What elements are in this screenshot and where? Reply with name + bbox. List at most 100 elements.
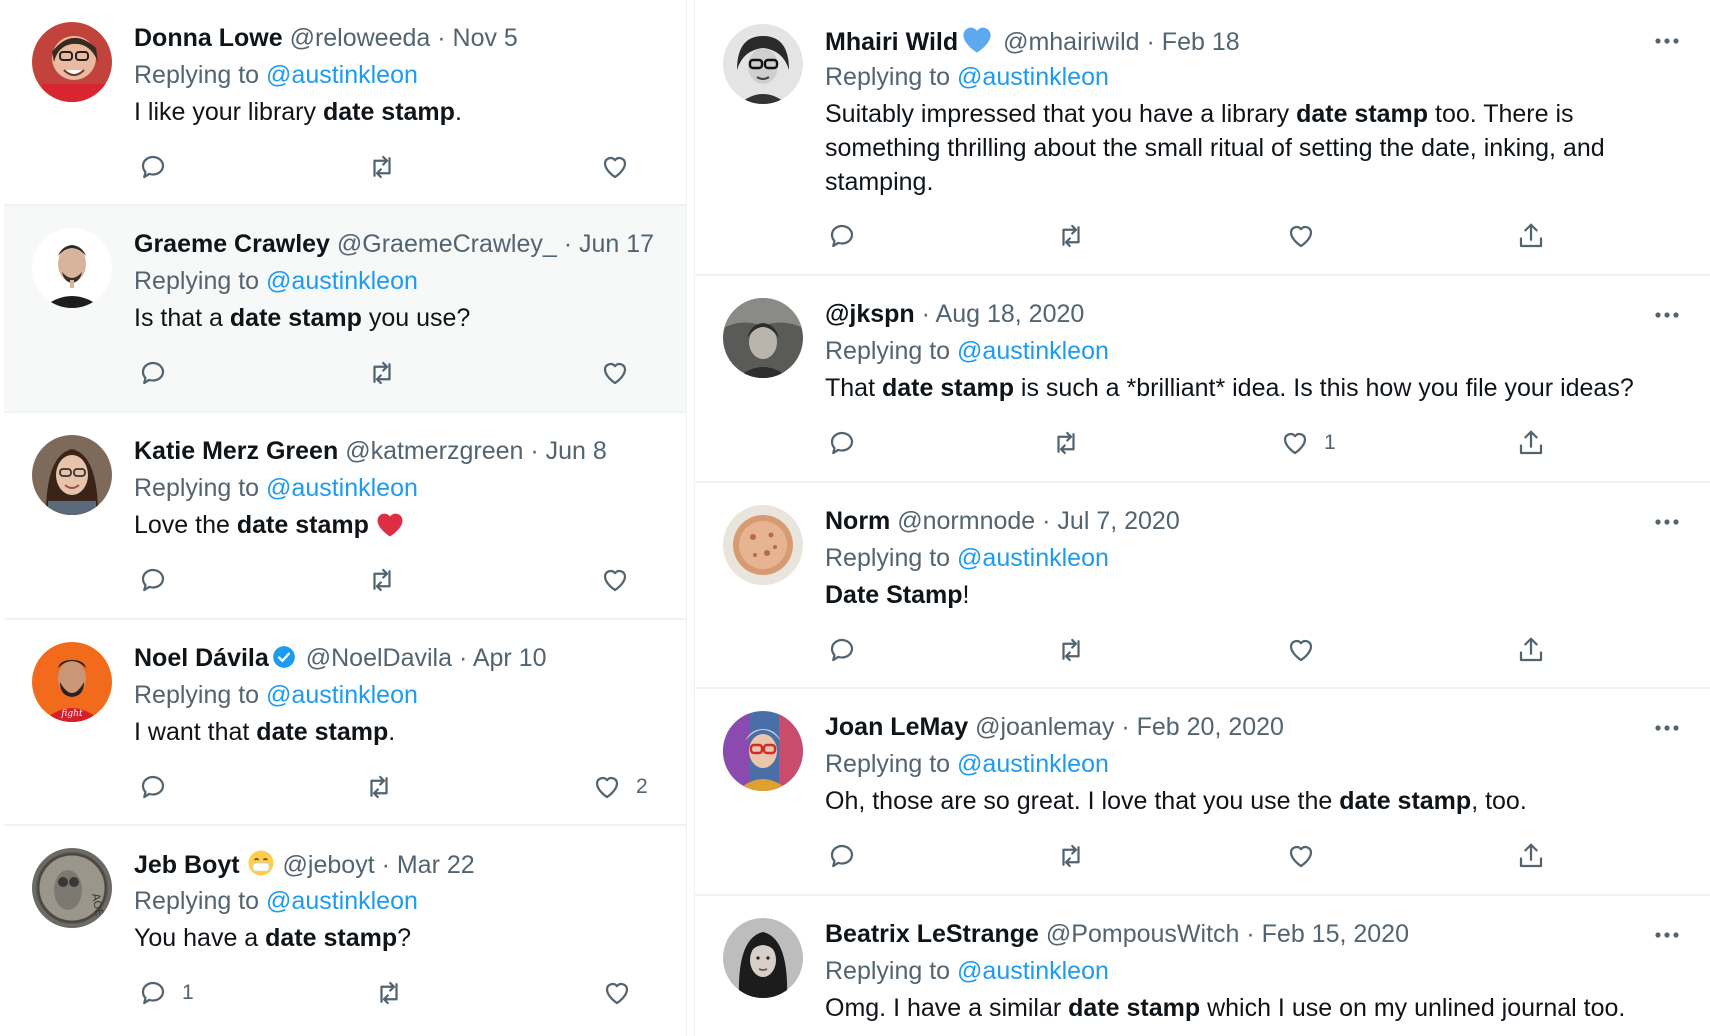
avatar[interactable]: AOE xyxy=(32,848,112,928)
retweet-button[interactable] xyxy=(364,772,394,802)
tweet-mhairi-wild[interactable]: Mhairi Wild @mhairiwild · Feb 18 Replyin… xyxy=(695,0,1710,276)
avatar[interactable] xyxy=(723,298,803,378)
more-options-button[interactable] xyxy=(1652,718,1682,738)
mention-link[interactable]: @austinkleon xyxy=(957,337,1109,365)
reply-button[interactable]: 1 xyxy=(138,978,194,1008)
like-button[interactable]: 2 xyxy=(592,772,648,802)
avatar[interactable] xyxy=(723,505,803,585)
display-name[interactable]: Donna Lowe xyxy=(134,24,283,52)
mention-link[interactable]: @austinkleon xyxy=(266,61,418,89)
mention-link[interactable]: @austinkleon xyxy=(957,750,1109,778)
timestamp[interactable]: Apr 10 xyxy=(473,644,547,672)
more-options-button[interactable] xyxy=(1652,512,1682,532)
display-name[interactable]: Joan LeMay xyxy=(825,713,968,741)
share-button[interactable] xyxy=(1516,428,1546,458)
like-button[interactable] xyxy=(600,358,644,388)
more-options-button[interactable] xyxy=(1652,925,1682,945)
more-options-button[interactable] xyxy=(1652,31,1682,51)
replying-to-label: Replying to xyxy=(825,337,951,365)
timestamp[interactable]: Jul 7, 2020 xyxy=(1057,507,1179,535)
reply-button[interactable] xyxy=(138,152,182,182)
handle[interactable]: @reloweeda xyxy=(290,24,431,52)
mention-link[interactable]: @austinkleon xyxy=(266,887,418,915)
avatar[interactable] xyxy=(723,711,803,791)
avatar[interactable] xyxy=(32,22,112,102)
retweet-button[interactable] xyxy=(374,978,404,1008)
handle[interactable]: @PompousWitch xyxy=(1046,920,1240,948)
reply-button[interactable] xyxy=(138,772,182,802)
like-icon xyxy=(1289,845,1313,868)
like-button[interactable] xyxy=(600,152,644,182)
timestamp[interactable]: Feb 18 xyxy=(1162,28,1240,56)
display-name[interactable]: @jkspn xyxy=(825,300,915,328)
mention-link[interactable]: @austinkleon xyxy=(266,267,418,295)
display-name[interactable]: Mhairi Wild xyxy=(825,28,958,56)
timestamp[interactable]: Jun 8 xyxy=(546,437,607,465)
avatar[interactable] xyxy=(723,24,803,104)
tweet-norm[interactable]: Norm @normnode · Jul 7, 2020 Replying to… xyxy=(695,483,1710,689)
more-options-button[interactable] xyxy=(1652,305,1682,325)
display-name[interactable]: Jeb Boyt xyxy=(134,851,240,879)
reply-button[interactable] xyxy=(827,221,857,251)
share-button[interactable] xyxy=(1516,635,1546,665)
retweet-button[interactable] xyxy=(1056,635,1086,665)
tweet-noel-davila[interactable]: fight Noel Dávila @NoelDavila · Apr 10 R… xyxy=(4,620,686,826)
like-button[interactable] xyxy=(1286,635,1330,665)
reply-button[interactable] xyxy=(827,635,857,665)
handle[interactable]: @mhairiwild xyxy=(1003,28,1140,56)
retweet-button[interactable] xyxy=(1051,428,1081,458)
retweet-button[interactable] xyxy=(1056,221,1086,251)
handle[interactable]: @jeboyt xyxy=(283,851,375,879)
mention-link[interactable]: @austinkleon xyxy=(957,957,1109,985)
tweet-katie-merz-green[interactable]: Katie Merz Green @katmerzgreen · Jun 8 R… xyxy=(4,413,686,620)
mention-link[interactable]: @austinkleon xyxy=(266,681,418,709)
handle[interactable]: @NoelDavila xyxy=(306,644,452,672)
like-button[interactable] xyxy=(600,565,644,595)
avatar[interactable] xyxy=(723,918,803,998)
retweet-button[interactable] xyxy=(367,358,397,388)
handle[interactable]: @joanlemay xyxy=(975,713,1114,741)
handle[interactable]: @GraemeCrawley_ xyxy=(337,230,557,258)
mention-link[interactable]: @austinkleon xyxy=(957,544,1109,572)
tweet-jkspn[interactable]: @jkspn · Aug 18, 2020 Replying to @austi… xyxy=(695,276,1710,483)
like-button[interactable] xyxy=(1286,841,1330,871)
retweet-button[interactable] xyxy=(1056,841,1086,871)
avatar[interactable]: fight xyxy=(32,642,112,722)
handle[interactable]: @normnode xyxy=(897,507,1035,535)
reply-button[interactable] xyxy=(827,841,857,871)
reply-button[interactable] xyxy=(138,358,182,388)
tweet-joan-lemay[interactable]: Joan LeMay @joanlemay · Feb 20, 2020 Rep… xyxy=(695,689,1710,896)
timestamp[interactable]: Feb 20, 2020 xyxy=(1137,713,1284,741)
mention-link[interactable]: @austinkleon xyxy=(266,474,418,502)
avatar[interactable] xyxy=(32,435,112,515)
avatar[interactable] xyxy=(32,228,112,308)
timestamp[interactable]: Nov 5 xyxy=(453,24,518,52)
share-button[interactable] xyxy=(1516,841,1546,871)
display-name[interactable]: Noel Dávila xyxy=(134,644,269,672)
mention-link[interactable]: @austinkleon xyxy=(957,63,1109,91)
display-name[interactable]: Norm xyxy=(825,507,890,535)
tweet-donna-lowe[interactable]: Donna Lowe @reloweeda · Nov 5 Replying t… xyxy=(4,0,686,206)
tweet-jeb-boyt[interactable]: AOE Jeb Boyt @jeboyt · Mar 22 Replying t… xyxy=(4,826,686,1036)
timestamp[interactable]: Feb 15, 2020 xyxy=(1262,920,1409,948)
display-name[interactable]: Beatrix LeStrange xyxy=(825,920,1039,948)
reply-button[interactable] xyxy=(827,428,857,458)
replying-to-label: Replying to xyxy=(825,957,951,985)
share-button[interactable] xyxy=(1516,221,1546,251)
display-name[interactable]: Katie Merz Green xyxy=(134,437,338,465)
reply-button[interactable] xyxy=(138,565,182,595)
retweet-button[interactable] xyxy=(367,152,397,182)
tweet-beatrix-lestrange[interactable]: Beatrix LeStrange @PompousWitch · Feb 15… xyxy=(695,896,1710,1036)
like-button[interactable] xyxy=(602,978,646,1008)
timestamp[interactable]: Jun 17 xyxy=(579,230,654,258)
retweet-button[interactable] xyxy=(367,565,397,595)
handle[interactable]: @katmerzgreen xyxy=(345,437,523,465)
display-name[interactable]: Graeme Crawley xyxy=(134,230,330,258)
tweet-graeme-crawley[interactable]: Graeme Crawley @GraemeCrawley_ · Jun 17 … xyxy=(4,206,686,413)
more-icon xyxy=(1655,519,1679,525)
timestamp[interactable]: Mar 22 xyxy=(397,851,475,879)
like-button[interactable]: 1 xyxy=(1280,428,1336,458)
like-icon xyxy=(605,982,629,1005)
timestamp[interactable]: Aug 18, 2020 xyxy=(936,300,1085,328)
like-button[interactable] xyxy=(1286,221,1330,251)
